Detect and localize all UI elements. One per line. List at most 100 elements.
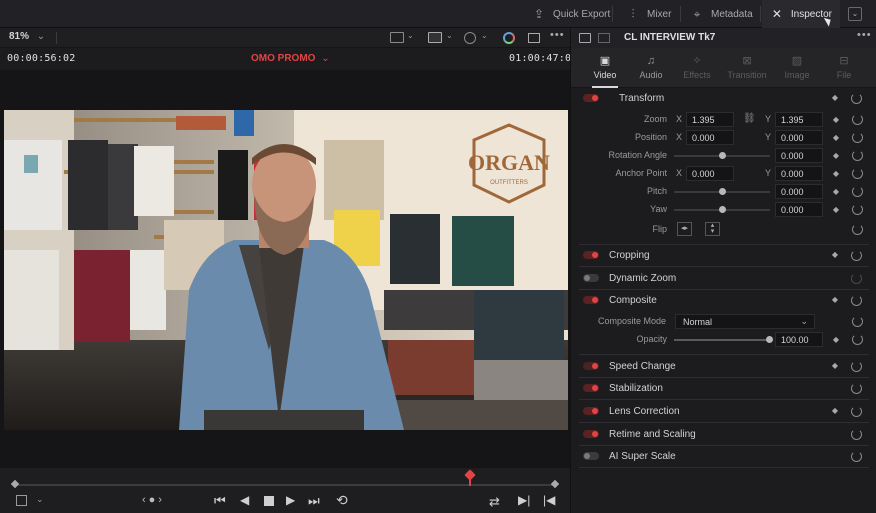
metadata-button[interactable]: ⌖ Metadata bbox=[682, 0, 761, 28]
out-point-handle[interactable] bbox=[550, 479, 560, 489]
last-frame-icon[interactable]: |◀ bbox=[543, 493, 555, 507]
skip-to-end-icon[interactable]: ⏭ bbox=[308, 493, 320, 509]
reset-icon[interactable] bbox=[851, 93, 862, 104]
ai-super-scale-section-header[interactable]: AI Super Scale bbox=[579, 446, 869, 466]
transform-toggle[interactable] bbox=[583, 94, 599, 102]
link-icon[interactable]: ⛓ bbox=[743, 113, 756, 124]
reset-icon[interactable] bbox=[852, 204, 863, 215]
keyframe-diamond-icon[interactable]: ◆ bbox=[833, 151, 839, 160]
transform-overlay-icon[interactable] bbox=[464, 32, 476, 44]
tab-effects[interactable]: ✧ Effects bbox=[674, 48, 720, 88]
dynamic-zoom-toggle[interactable] bbox=[583, 274, 599, 282]
rotation-slider[interactable] bbox=[674, 152, 770, 159]
scrub-track[interactable] bbox=[14, 484, 556, 486]
chevron-down-icon[interactable]: ⌄ bbox=[481, 31, 488, 40]
flip-vertical-icon[interactable]: ▴ ▾ bbox=[705, 222, 720, 236]
pitch-slider[interactable] bbox=[674, 188, 770, 195]
ai-super-scale-toggle[interactable] bbox=[583, 452, 599, 460]
keyframe-diamond-icon[interactable]: ◆ bbox=[832, 93, 838, 102]
slider-knob[interactable] bbox=[719, 206, 726, 213]
reset-icon[interactable] bbox=[852, 224, 863, 235]
cropping-toggle[interactable] bbox=[583, 251, 599, 259]
lens-correction-section-header[interactable]: Lens Correction bbox=[579, 401, 869, 421]
match-frame-icon[interactable]: ⇄ bbox=[489, 494, 500, 510]
fullscreen-icon[interactable] bbox=[528, 33, 540, 43]
composite-mode-select[interactable]: Normal ⌄ bbox=[675, 314, 815, 329]
tab-file[interactable]: ⊟ File bbox=[821, 48, 867, 88]
dynamic-zoom-section-header[interactable]: Dynamic Zoom bbox=[579, 268, 869, 288]
retime-toggle[interactable] bbox=[583, 430, 599, 438]
tab-audio[interactable]: ♫ Audio bbox=[628, 48, 674, 88]
reset-icon[interactable] bbox=[851, 250, 862, 261]
opacity-field[interactable]: 100.00 bbox=[775, 332, 823, 347]
zoom-y-field[interactable]: 1.395 bbox=[775, 112, 823, 127]
jog-control-icon[interactable]: ‹●› bbox=[142, 494, 165, 506]
anchor-x-field[interactable]: 0.000 bbox=[686, 166, 734, 181]
speed-change-toggle[interactable] bbox=[583, 362, 599, 370]
reset-icon[interactable] bbox=[852, 114, 863, 125]
position-y-field[interactable]: 0.000 bbox=[775, 130, 823, 145]
chevron-down-icon[interactable]: ⌄ bbox=[446, 31, 453, 40]
keyframe-diamond-icon[interactable]: ◆ bbox=[833, 115, 839, 124]
pitch-field[interactable]: 0.000 bbox=[775, 184, 823, 199]
speed-change-section-header[interactable]: Speed Change bbox=[579, 356, 869, 376]
opacity-slider[interactable] bbox=[674, 336, 773, 343]
color-wheel-icon[interactable] bbox=[503, 32, 515, 44]
reset-icon[interactable] bbox=[851, 361, 862, 372]
zoom-level-dropdown[interactable]: 81% ⌄ bbox=[9, 31, 45, 42]
position-x-field[interactable]: 0.000 bbox=[686, 130, 734, 145]
flip-horizontal-icon[interactable]: ◂▸ bbox=[677, 222, 692, 236]
reset-icon[interactable] bbox=[851, 273, 862, 284]
mixer-button[interactable]: ⫶ Mixer bbox=[618, 0, 679, 28]
expand-menu-icon[interactable]: ⌄ bbox=[848, 7, 862, 21]
reset-icon[interactable] bbox=[852, 132, 863, 143]
more-options-icon[interactable]: ••• bbox=[550, 29, 565, 41]
reset-icon[interactable] bbox=[852, 168, 863, 179]
stop-icon[interactable] bbox=[264, 496, 274, 506]
yaw-slider[interactable] bbox=[674, 206, 770, 213]
tab-image[interactable]: ▨ Image bbox=[774, 48, 820, 88]
next-frame-icon[interactable]: ▶| bbox=[518, 493, 530, 507]
clip-thumbnail-icon[interactable] bbox=[579, 33, 591, 43]
anchor-y-field[interactable]: 0.000 bbox=[775, 166, 823, 181]
reset-icon[interactable] bbox=[851, 451, 862, 462]
zoom-x-field[interactable]: 1.395 bbox=[686, 112, 734, 127]
reset-icon[interactable] bbox=[852, 334, 863, 345]
safe-area-icon[interactable] bbox=[16, 495, 27, 506]
yaw-field[interactable]: 0.000 bbox=[775, 202, 823, 217]
reset-icon[interactable] bbox=[851, 383, 862, 394]
viewer-mode-icon[interactable] bbox=[390, 32, 404, 43]
skip-to-start-icon[interactable]: ⏮ bbox=[214, 493, 226, 509]
retime-section-header[interactable]: Retime and Scaling bbox=[579, 424, 869, 444]
slider-knob[interactable] bbox=[719, 152, 726, 159]
slider-knob[interactable] bbox=[766, 336, 773, 343]
keyframe-diamond-icon[interactable]: ◆ bbox=[832, 295, 838, 304]
keyframe-diamond-icon[interactable]: ◆ bbox=[833, 335, 839, 344]
keyframe-diamond-icon[interactable]: ◆ bbox=[833, 133, 839, 142]
play-icon[interactable]: ▶ bbox=[286, 493, 295, 507]
in-point-handle[interactable] bbox=[10, 479, 20, 489]
reset-icon[interactable] bbox=[852, 150, 863, 161]
monitor-icon[interactable] bbox=[428, 32, 442, 43]
reset-icon[interactable] bbox=[851, 295, 862, 306]
reset-icon[interactable] bbox=[852, 316, 863, 327]
split-view-icon[interactable] bbox=[598, 33, 610, 43]
more-options-icon[interactable]: ••• bbox=[857, 29, 872, 41]
keyframe-diamond-icon[interactable]: ◆ bbox=[833, 169, 839, 178]
stabilization-section-header[interactable]: Stabilization bbox=[579, 378, 869, 398]
rotation-field[interactable]: 0.000 bbox=[775, 148, 823, 163]
keyframe-diamond-icon[interactable]: ◆ bbox=[833, 187, 839, 196]
reset-icon[interactable] bbox=[851, 406, 862, 417]
transform-section-header[interactable]: Transform bbox=[579, 88, 869, 108]
loop-icon[interactable]: ⟲ bbox=[336, 492, 348, 509]
timeline-name-dropdown[interactable]: OMO PROMO ⌄ bbox=[251, 53, 330, 64]
reset-icon[interactable] bbox=[851, 429, 862, 440]
chevron-down-icon[interactable]: ⌄ bbox=[36, 494, 44, 505]
slider-knob[interactable] bbox=[719, 188, 726, 195]
quick-export-button[interactable]: ⇪ Quick Export bbox=[524, 0, 618, 28]
chevron-down-icon[interactable]: ⌄ bbox=[407, 31, 414, 40]
tab-video[interactable]: ▣ Video bbox=[582, 48, 628, 88]
tab-transition[interactable]: ⊠ Transition bbox=[724, 48, 770, 88]
keyframe-diamond-icon[interactable]: ◆ bbox=[832, 250, 838, 259]
keyframe-diamond-icon[interactable]: ◆ bbox=[832, 361, 838, 370]
